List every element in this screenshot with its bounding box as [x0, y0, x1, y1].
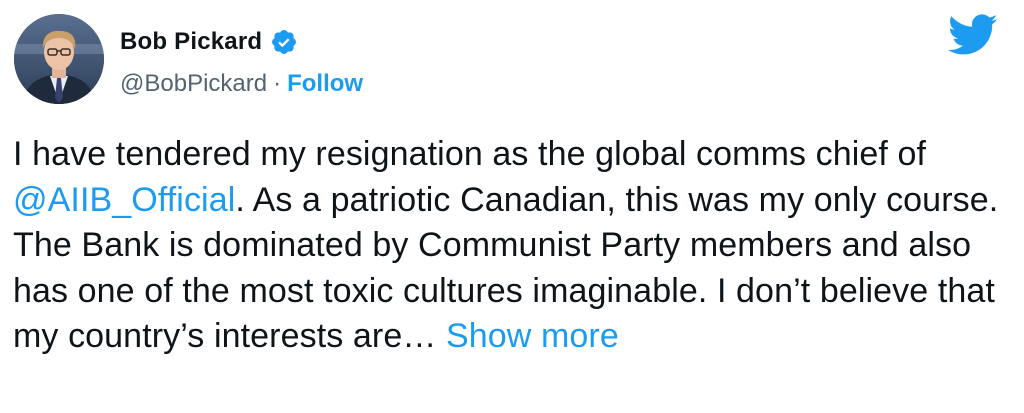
- show-more-link[interactable]: Show more: [446, 317, 619, 355]
- author-handle-row: @BobPickard · Follow: [120, 66, 363, 102]
- author-name-row: Bob Pickard: [120, 24, 298, 60]
- author-display-name[interactable]: Bob Pickard: [120, 28, 262, 56]
- avatar[interactable]: [14, 14, 104, 104]
- mention-link[interactable]: @AIIB_Official: [13, 181, 235, 219]
- verified-badge-icon: [272, 30, 297, 54]
- profile-photo-icon: [14, 14, 104, 104]
- twitter-bird-icon[interactable]: [948, 14, 998, 56]
- author-handle[interactable]: @BobPickard: [120, 70, 267, 98]
- tweet-card: Bob Pickard @BobPickard · Follow I have …: [0, 0, 1024, 413]
- tweet-body: I have tendered my resignation as the gl…: [13, 132, 1013, 360]
- follow-button[interactable]: Follow: [287, 70, 363, 98]
- tweet-text-part1: I have tendered my resignation as the gl…: [13, 135, 927, 173]
- separator-dot: ·: [273, 70, 282, 97]
